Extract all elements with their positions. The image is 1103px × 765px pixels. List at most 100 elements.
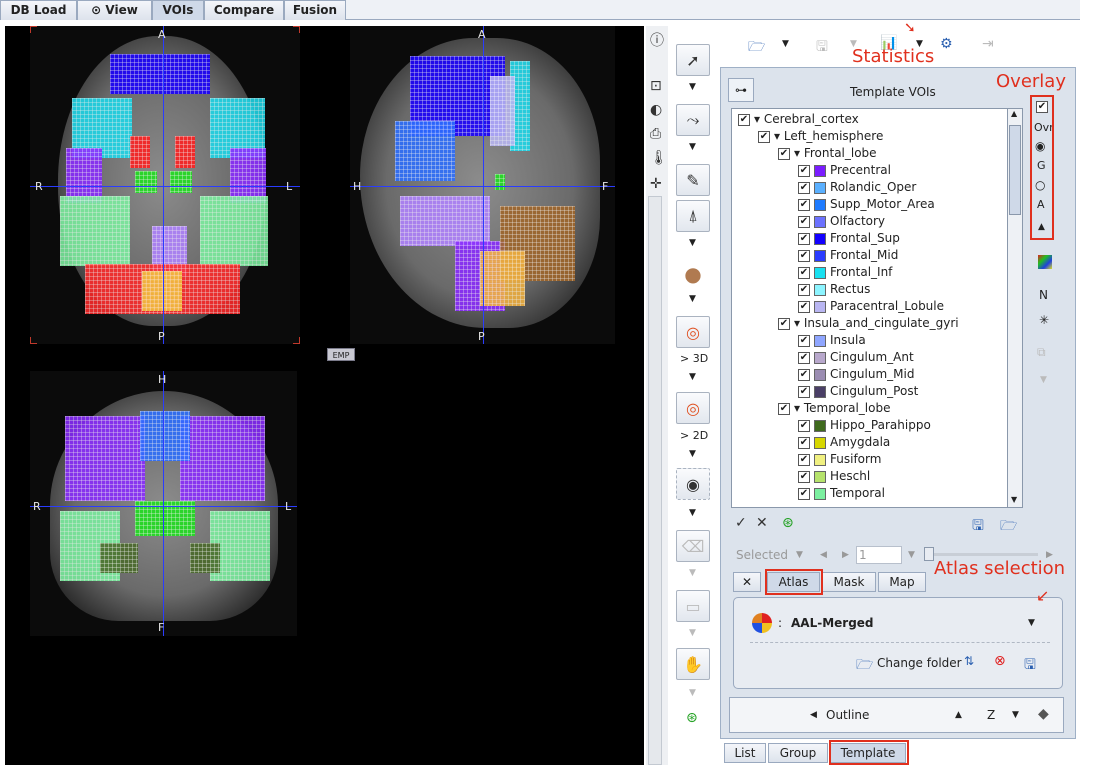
pen-tool-button[interactable]: ✎ xyxy=(676,164,710,196)
hands-tool-button[interactable]: ✋ xyxy=(676,648,710,680)
copy-icon[interactable]: ⧉ xyxy=(1037,345,1046,360)
color-swatch[interactable] xyxy=(814,300,826,313)
tab-db-load[interactable]: DB Load xyxy=(0,0,77,20)
chevron-down-icon[interactable]: ▼ xyxy=(689,142,696,152)
change-folder-button[interactable]: Change folder xyxy=(877,656,962,670)
threshold-3d-button[interactable]: ◎ xyxy=(676,316,710,348)
color-swatch[interactable] xyxy=(814,232,826,245)
tree-checkbox[interactable]: ✔ xyxy=(778,402,790,415)
selection-slider[interactable] xyxy=(928,553,1038,556)
tree-checkbox[interactable]: ✔ xyxy=(738,113,750,126)
color-swatch[interactable] xyxy=(814,266,826,279)
thermometer-icon[interactable]: 🌡 xyxy=(650,150,668,166)
tree-mode-button[interactable]: ⊶ xyxy=(728,78,754,102)
color-swatch[interactable] xyxy=(814,436,826,449)
chevron-down-icon[interactable]: ▼ xyxy=(782,39,789,49)
tab-fusion[interactable]: Fusion xyxy=(284,0,346,20)
tab-compare[interactable]: Compare xyxy=(204,0,284,20)
expand-arrow-icon[interactable]: ▾ xyxy=(774,129,784,143)
expand-down-icon[interactable]: ⊛ xyxy=(686,710,698,726)
outline-label[interactable]: Outline xyxy=(826,708,869,722)
tree-row[interactable]: ✔ Cingulum_Post xyxy=(798,383,918,400)
tree-checkbox[interactable]: ✔ xyxy=(798,266,810,279)
tree-checkbox[interactable]: ✔ xyxy=(798,181,810,194)
tree-row[interactable]: ✔ ▾ Insula_and_cingulate_gyri xyxy=(778,315,959,332)
chevron-down-icon[interactable]: ▼ xyxy=(689,238,696,248)
chevron-down-icon[interactable]: ▼ xyxy=(908,550,915,560)
tree-row[interactable]: ✔ Heschl xyxy=(798,468,870,485)
color-swatch[interactable] xyxy=(814,470,826,483)
brush-tool-button[interactable]: ⍋ xyxy=(676,200,710,232)
chevron-down-icon[interactable]: ▼ xyxy=(689,449,696,459)
chevron-left-icon[interactable]: ◀ xyxy=(810,710,817,720)
tree-row[interactable]: ✔ Hippo_Parahippo xyxy=(798,417,931,434)
chevron-down-icon[interactable]: ▼ xyxy=(1012,710,1019,720)
tab-list[interactable]: List xyxy=(724,743,766,763)
tree-checkbox[interactable]: ✔ xyxy=(778,317,790,330)
expand-icon[interactable]: ⊛ xyxy=(782,515,794,531)
color-swatch[interactable] xyxy=(814,181,826,194)
tree-checkbox[interactable]: ✔ xyxy=(798,419,810,432)
color-swatch[interactable] xyxy=(814,368,826,381)
tree-scrollbar[interactable]: ▲ ▼ xyxy=(1007,108,1023,508)
tree-row[interactable]: ✔ Frontal_Sup xyxy=(798,230,900,247)
crosshair-icon[interactable]: ✛ xyxy=(650,176,662,192)
color-swatch[interactable] xyxy=(814,334,826,347)
expand-arrow-icon[interactable]: ▾ xyxy=(794,401,804,415)
chevron-down-icon[interactable]: ▼ xyxy=(689,688,696,698)
export-icon[interactable]: ⇥ xyxy=(982,36,994,52)
layout-icon[interactable]: ⊡ xyxy=(650,78,662,94)
chevron-down-icon[interactable]: ▼ xyxy=(689,294,696,304)
tree-row[interactable]: ✔ Frontal_Mid xyxy=(798,247,898,264)
scroll-down-icon[interactable]: ▼ xyxy=(1011,495,1017,504)
tree-row[interactable]: ✔ ▾ Left_hemisphere xyxy=(758,128,883,145)
tree-row[interactable]: ✔ Precentral xyxy=(798,162,891,179)
color-swatch[interactable] xyxy=(814,283,826,296)
tree-checkbox[interactable]: ✔ xyxy=(798,368,810,381)
step-back-icon[interactable]: ◀ xyxy=(820,550,827,560)
tree-checkbox[interactable]: ✔ xyxy=(798,232,810,245)
save-icon[interactable]: 🖫 xyxy=(972,515,984,539)
surface-icon[interactable]: ◆ xyxy=(1038,706,1049,722)
tree-row[interactable]: ✔ ▾ Temporal_lobe xyxy=(778,400,890,417)
color-swatch[interactable] xyxy=(814,198,826,211)
color-swatch[interactable] xyxy=(814,419,826,432)
z-label[interactable]: Z xyxy=(987,708,995,722)
tree-row[interactable]: ✔ ▾ Frontal_lobe xyxy=(778,145,877,162)
select-tool-button[interactable]: ➚ xyxy=(676,44,710,76)
tree-checkbox[interactable]: ✔ xyxy=(798,215,810,228)
chevron-down-icon[interactable]: ▼ xyxy=(689,508,696,518)
region-tool-button[interactable]: ◉ xyxy=(676,468,710,500)
close-icon[interactable]: ✕ xyxy=(756,515,768,531)
sagittal-view[interactable]: A P H F xyxy=(350,26,615,344)
tree-row[interactable]: ✔ Temporal xyxy=(798,485,885,502)
color-swatch[interactable] xyxy=(814,215,826,228)
color-swatch[interactable] xyxy=(814,249,826,262)
tree-checkbox[interactable]: ✔ xyxy=(798,453,810,466)
color-swatch[interactable] xyxy=(814,351,826,364)
settings-icon[interactable]: ⚙ xyxy=(940,36,953,52)
step-forward-icon[interactable]: ▶ xyxy=(842,550,849,560)
asterisk-icon[interactable]: ✳ xyxy=(1039,313,1049,327)
tab-vois[interactable]: VOIs xyxy=(152,0,204,20)
tree-checkbox[interactable]: ✔ xyxy=(798,470,810,483)
tab-group[interactable]: Group xyxy=(768,743,828,763)
tree-row[interactable]: ✔ Insula xyxy=(798,332,866,349)
print-icon[interactable]: ⎙ xyxy=(650,126,661,142)
check-icon[interactable]: ✓ xyxy=(735,515,747,531)
chevron-down-icon[interactable]: ▼ xyxy=(689,568,696,578)
slider-thumb[interactable] xyxy=(924,547,934,561)
chevron-down-icon[interactable]: ▼ xyxy=(796,550,803,560)
chevron-down-icon[interactable]: ▼ xyxy=(689,628,696,638)
open-folder-icon[interactable]: 🗁 xyxy=(1000,515,1017,539)
voi-tree[interactable]: ✔ ▾ Cerebral_cortex ✔ ▾ Left_hemisphere ✔ ▾ F… xyxy=(731,108,1023,508)
tree-checkbox[interactable]: ✔ xyxy=(778,147,790,160)
tree-checkbox[interactable]: ✔ xyxy=(798,487,810,500)
info-icon[interactable]: ⓘ xyxy=(650,30,664,50)
atlas-name[interactable]: AAL-Merged xyxy=(791,616,874,630)
tree-checkbox[interactable]: ✔ xyxy=(798,385,810,398)
tree-row[interactable]: ✔ Fusiform xyxy=(798,451,881,468)
blob-tool-button[interactable]: ● xyxy=(676,258,710,290)
image-viewer[interactable]: A P R L A P H F EMP H F R L xyxy=(5,26,644,765)
tree-checkbox[interactable]: ✔ xyxy=(798,249,810,262)
